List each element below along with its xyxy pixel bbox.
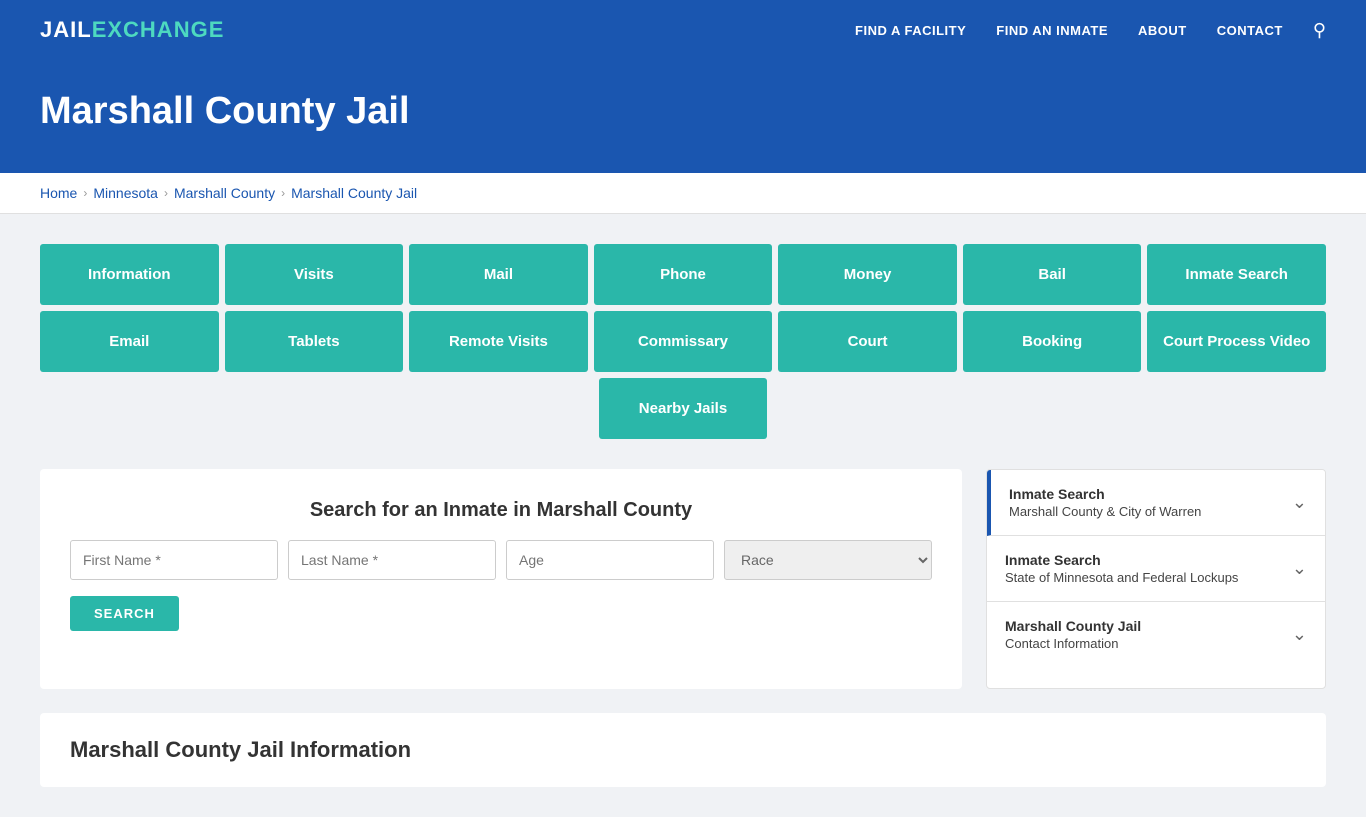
chevron-down-icon-3: ⌄: [1292, 624, 1307, 645]
nav-links: Find a Facility Find an Inmate About Con…: [855, 20, 1326, 41]
info-item-3-text: Marshall County Jail Contact Information: [1005, 618, 1141, 651]
breadcrumb-marshall-county[interactable]: Marshall County: [174, 185, 275, 201]
button-row-3: Nearby Jails: [40, 378, 1326, 439]
info-item-3-title: Marshall County Jail: [1005, 618, 1141, 634]
btn-tablets[interactable]: Tablets: [225, 311, 404, 372]
btn-visits[interactable]: Visits: [225, 244, 404, 305]
info-panel: Inmate Search Marshall County & City of …: [986, 469, 1326, 689]
info-item-1-subtitle: Marshall County & City of Warren: [1009, 504, 1201, 519]
first-name-input[interactable]: [70, 540, 278, 580]
breadcrumb-minnesota[interactable]: Minnesota: [93, 185, 158, 201]
btn-commissary[interactable]: Commissary: [594, 311, 773, 372]
info-item-1-text: Inmate Search Marshall County & City of …: [1009, 486, 1201, 519]
info-item-1-title: Inmate Search: [1009, 486, 1201, 502]
breadcrumb-sep-1: ›: [83, 186, 87, 200]
info-item-3-subtitle: Contact Information: [1005, 636, 1141, 651]
nav-find-facility[interactable]: Find a Facility: [855, 23, 966, 38]
page-title: Marshall County Jail: [40, 90, 1326, 133]
search-button[interactable]: SEARCH: [70, 596, 179, 631]
btn-bail[interactable]: Bail: [963, 244, 1142, 305]
search-inputs: Race White Black Hispanic Asian Other: [70, 540, 932, 580]
navbar: JAILEXCHANGE Find a Facility Find an Inm…: [0, 0, 1366, 60]
btn-remote-visits[interactable]: Remote Visits: [409, 311, 588, 372]
age-input[interactable]: [506, 540, 714, 580]
lower-title: Marshall County Jail Information: [70, 737, 1296, 763]
info-item-3[interactable]: Marshall County Jail Contact Information…: [987, 602, 1325, 667]
search-icon[interactable]: ⚲: [1313, 20, 1326, 41]
btn-booking[interactable]: Booking: [963, 311, 1142, 372]
main-area: Information Visits Mail Phone Money Bail…: [0, 214, 1366, 817]
site-logo[interactable]: JAILEXCHANGE: [40, 17, 224, 43]
button-row-2: Email Tablets Remote Visits Commissary C…: [40, 311, 1326, 372]
breadcrumb: Home › Minnesota › Marshall County › Mar…: [40, 185, 1326, 201]
btn-money[interactable]: Money: [778, 244, 957, 305]
btn-court[interactable]: Court: [778, 311, 957, 372]
content-section: Search for an Inmate in Marshall County …: [40, 469, 1326, 689]
breadcrumb-sep-3: ›: [281, 186, 285, 200]
info-item-2-subtitle: State of Minnesota and Federal Lockups: [1005, 570, 1238, 585]
last-name-input[interactable]: [288, 540, 496, 580]
hero-section: Marshall County Jail: [0, 60, 1366, 173]
nav-find-inmate[interactable]: Find an Inmate: [996, 23, 1108, 38]
race-select[interactable]: Race White Black Hispanic Asian Other: [724, 540, 932, 580]
chevron-down-icon-1: ⌄: [1292, 492, 1307, 513]
search-panel: Search for an Inmate in Marshall County …: [40, 469, 962, 689]
info-item-2-title: Inmate Search: [1005, 552, 1238, 568]
info-item-2-text: Inmate Search State of Minnesota and Fed…: [1005, 552, 1238, 585]
lower-section: Marshall County Jail Information: [40, 713, 1326, 787]
breadcrumb-current: Marshall County Jail: [291, 185, 417, 201]
nav-about[interactable]: About: [1138, 23, 1187, 38]
btn-information[interactable]: Information: [40, 244, 219, 305]
breadcrumb-home[interactable]: Home: [40, 185, 77, 201]
search-title: Search for an Inmate in Marshall County: [70, 499, 932, 522]
btn-nearby-jails[interactable]: Nearby Jails: [599, 378, 767, 439]
breadcrumb-sep-2: ›: [164, 186, 168, 200]
breadcrumb-bar: Home › Minnesota › Marshall County › Mar…: [0, 173, 1366, 214]
info-item-1[interactable]: Inmate Search Marshall County & City of …: [987, 470, 1325, 536]
logo-exchange: EXCHANGE: [92, 17, 225, 43]
btn-phone[interactable]: Phone: [594, 244, 773, 305]
btn-court-process-video[interactable]: Court Process Video: [1147, 311, 1326, 372]
chevron-down-icon-2: ⌄: [1292, 558, 1307, 579]
logo-jail: JAIL: [40, 17, 92, 43]
button-row-1: Information Visits Mail Phone Money Bail…: [40, 244, 1326, 305]
nav-contact[interactable]: Contact: [1217, 23, 1283, 38]
btn-inmate-search[interactable]: Inmate Search: [1147, 244, 1326, 305]
info-item-2[interactable]: Inmate Search State of Minnesota and Fed…: [987, 536, 1325, 602]
btn-email[interactable]: Email: [40, 311, 219, 372]
btn-mail[interactable]: Mail: [409, 244, 588, 305]
